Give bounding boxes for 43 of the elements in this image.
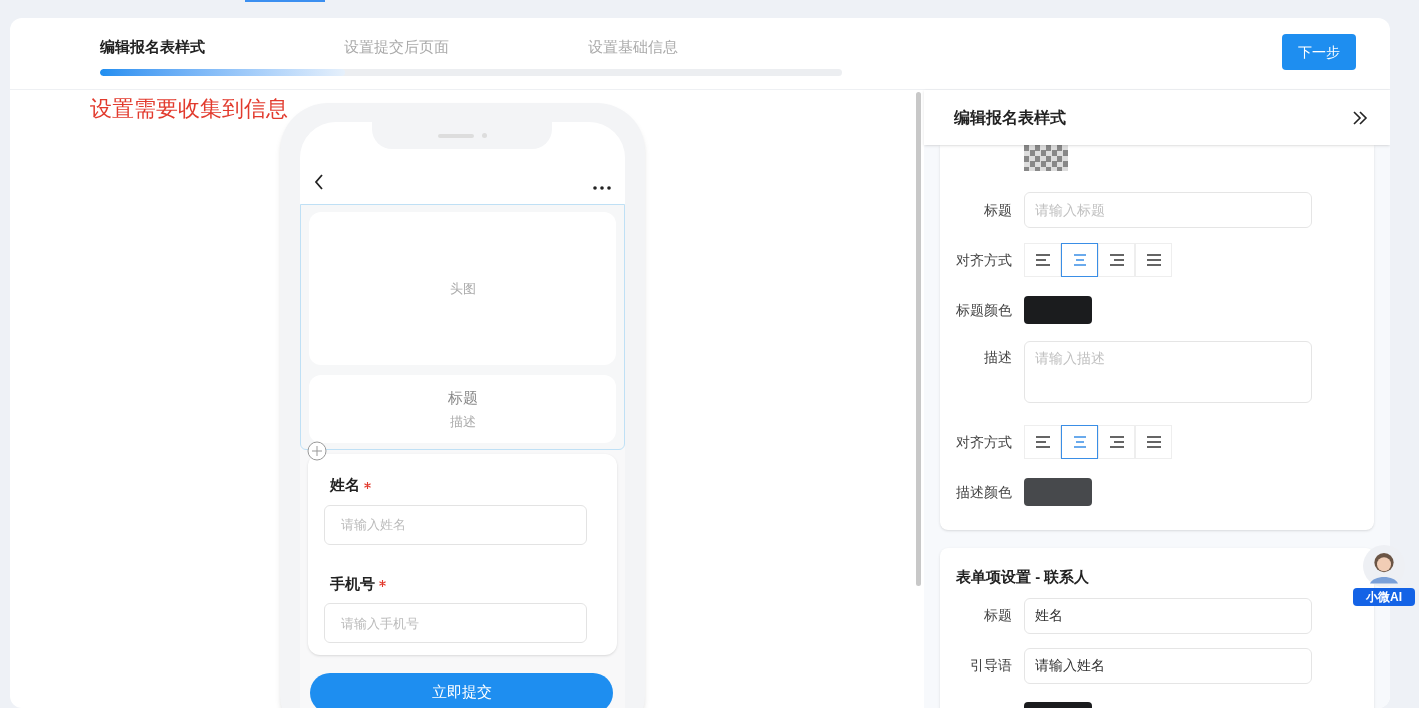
field-label: 对齐方式 xyxy=(956,250,1013,270)
input-field[interactable]: 请输入姓名 xyxy=(1024,647,1312,684)
align-icon xyxy=(1033,252,1052,268)
hint-text: 设置需要收集到信息 xyxy=(90,95,288,123)
text-area[interactable]: 请输入描述 xyxy=(1024,341,1312,403)
field-label: 标题 xyxy=(983,200,1013,220)
panel-title: 编辑报名表样式 xyxy=(954,107,1066,128)
title-text: 标题 xyxy=(447,390,478,405)
align-icon xyxy=(1107,252,1126,268)
transparent-swatch[interactable] xyxy=(1024,145,1068,171)
step-tab[interactable]: 编辑报名表样式 xyxy=(100,36,344,59)
step-tab[interactable]: 设置提交后页面 xyxy=(344,36,588,59)
field-label: 描述颜色 xyxy=(956,482,1013,502)
field-label: 标题颜色 xyxy=(956,300,1013,320)
selected-block[interactable]: 头图 标题 描述 xyxy=(300,204,625,450)
field-label: 姓名 xyxy=(330,475,360,495)
field-label: 描述 xyxy=(983,348,1013,367)
align-option[interactable] xyxy=(1061,425,1098,459)
back-icon[interactable] xyxy=(314,174,324,190)
field-label: 对齐方式 xyxy=(956,432,1013,452)
section-title: 表单项设置 - 联系人 xyxy=(956,567,1091,587)
input-field[interactable]: 请输入手机号 xyxy=(324,603,587,643)
field-label: 标题 xyxy=(983,606,1013,625)
field-label: 手机号 xyxy=(330,573,375,594)
color-swatch[interactable] xyxy=(1024,478,1092,506)
align-icon xyxy=(1144,434,1163,450)
next-button[interactable]: 下一步 xyxy=(1282,34,1356,70)
input-field[interactable]: 请输入姓名 xyxy=(324,504,587,545)
align-icon xyxy=(1144,252,1163,268)
field-label: 引导语 xyxy=(969,656,1013,675)
align-icon xyxy=(1107,434,1126,450)
input-field[interactable]: 姓名 xyxy=(1024,597,1312,634)
align-option[interactable] xyxy=(1061,243,1098,277)
submit-button[interactable]: 立即提交 xyxy=(310,673,613,708)
more-icon[interactable] xyxy=(593,186,611,190)
description-text: 描述 xyxy=(449,415,476,428)
step-tab[interactable]: 设置基础信息 xyxy=(588,36,832,59)
header-image-placeholder: 头图 xyxy=(309,212,616,365)
color-swatch[interactable] xyxy=(1024,296,1092,324)
assistant-badge[interactable]: 小微AI xyxy=(1353,588,1415,606)
align-icon xyxy=(1033,434,1052,450)
input-field[interactable]: 请输入标题 xyxy=(1024,192,1312,228)
collapse-icon[interactable] xyxy=(1352,109,1368,126)
